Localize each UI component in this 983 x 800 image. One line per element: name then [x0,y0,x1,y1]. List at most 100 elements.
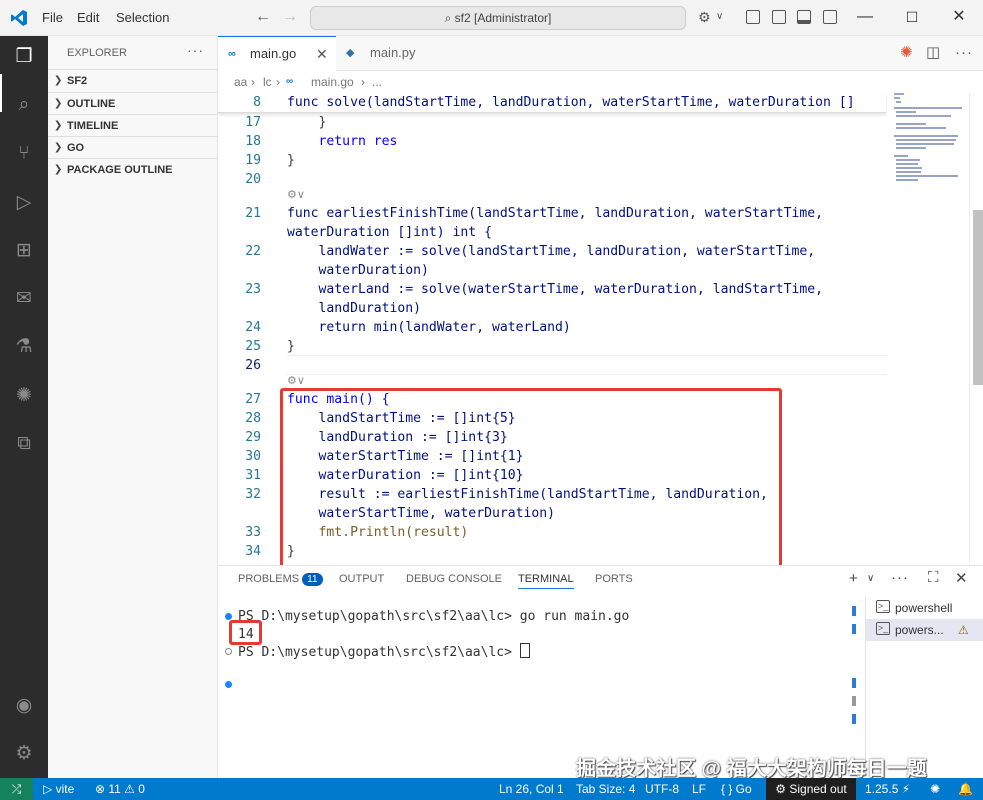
tab-debug-console[interactable]: DEBUG CONSOLE [406,573,502,585]
code-editor[interactable]: 17 } 18 return res 19} 20 ⚙∨ 21 func earl… [218,93,983,565]
activity-bar: ❐ ⌕ ⑂ ▷ ⊞ ✉ ⚗ ✺ ⧉ ◉ ⚙ [0,36,48,778]
account-status[interactable]: ⚙ Signed out [766,778,856,800]
cursor-position[interactable]: Ln 26, Col 1 [499,778,564,800]
menu-selection[interactable]: Selection [116,10,169,25]
scrollbar-thumb[interactable] [973,210,983,385]
more-actions-icon[interactable]: ··· [187,42,204,58]
remote-indicator-icon[interactable]: ⤮ [0,778,33,800]
minimize-button[interactable]: — [842,6,888,28]
tab-output[interactable]: OUTPUT [339,573,384,585]
toggle-secondary-sidebar-icon[interactable] [823,10,837,24]
end-of-line[interactable]: LF [692,778,706,800]
close-tab-icon[interactable]: ✕ [316,37,328,71]
vscode-window: File Edit Selection ← → ⌕ sf2 [Administr… [0,0,983,800]
accounts-icon[interactable]: ◉ [12,694,36,718]
notifications-icon[interactable]: 🔔 [958,778,973,800]
code-text: } [287,339,295,354]
code-line: 25} [218,337,958,356]
problems-status[interactable]: ⊗ 11 ⚠ 0 [95,778,145,800]
section-package-outline[interactable]: ❯ PACKAGE OUTLINE [48,158,218,180]
extensions-icon[interactable]: ⊞ [12,239,36,263]
forward-arrow-icon[interactable]: → [282,8,298,26]
terminal-item-powershell[interactable]: >_ powershell [866,597,983,619]
tab-main-go[interactable]: ∞ main.go ✕ [218,36,336,71]
section-label: OUTLINE [67,98,116,110]
go-version[interactable]: 1.25.5 ⚡ [865,778,910,800]
file-encoding[interactable]: UTF-8 [645,778,679,800]
chevron-right-icon: ❯ [54,142,63,153]
code-line: 21 func earliestFinishTime(landStartTime,… [218,204,958,223]
run-debug-icon[interactable]: ▷ [12,191,36,215]
terminal-scrollbar[interactable] [850,606,858,776]
toggle-sidebar-icon[interactable] [746,10,760,24]
vite-status[interactable]: ▷ vite [43,778,74,800]
maximize-button[interactable]: ☐ [889,6,935,28]
code-line: landDuration) [218,299,958,318]
tab-ports[interactable]: PORTS [595,573,633,585]
menu-file[interactable]: File [42,10,63,25]
terminal-item-powershell-active[interactable]: >_ powers... ⚠ [866,619,983,641]
chevron-down-icon[interactable]: ∨ [867,573,874,584]
section-timeline[interactable]: ❯ TIMELINE [48,114,218,136]
section-sf2[interactable]: ❯ SF2 [48,69,218,91]
minimap-line [894,135,958,137]
section-label: SF2 [67,75,88,87]
tab-label: PROBLEMS [238,573,300,585]
language-mode[interactable]: { } Go [721,778,752,800]
vscode-logo-icon[interactable] [10,9,28,27]
split-editor-icon[interactable]: ◫ [926,45,940,61]
testing-icon[interactable]: ⚗ [12,335,36,359]
remote-explorer-icon[interactable]: ⧉ [12,432,36,456]
breadcrumb-lc[interactable]: lc [263,71,272,93]
explorer-icon[interactable]: ❐ [12,45,36,69]
tab-main-py[interactable]: ◆ main.py [336,36,454,71]
command-center-search[interactable]: ⌕ sf2 [Administrator] [310,6,686,30]
more-actions-icon[interactable]: ··· [891,569,909,586]
close-window-button[interactable]: ✕ [936,6,982,28]
menu-edit[interactable]: Edit [77,10,99,25]
close-panel-icon[interactable]: ✕ [955,569,968,587]
chevron-down-icon[interactable]: ∨ [716,8,723,26]
section-outline[interactable]: ❯ OUTLINE [48,92,218,114]
tab-size[interactable]: Tab Size: 4 [576,778,635,800]
terminal-list: >_ powershell >_ powers... ⚠ [865,597,983,777]
maximize-panel-icon[interactable]: ⛶ [928,569,939,586]
ai-status-icon[interactable]: ✺ [930,778,940,800]
minimap-line [896,123,926,125]
minimap-line [896,167,922,169]
more-actions-icon[interactable]: ··· [955,45,973,61]
section-go[interactable]: ❯ GO [48,136,218,158]
copilot-icon[interactable]: ⚙ [698,8,711,26]
toggle-left-panel-icon[interactable] [772,10,786,24]
new-terminal-icon[interactable]: + [849,570,858,587]
section-label: TIMELINE [67,120,119,132]
terminal-output[interactable]: PS D:\mysetup\gopath\src\sf2\aa\lc> go r… [218,606,858,776]
code-line: 23 waterLand := solve(waterStartTime, wa… [218,280,958,299]
code-text: return min(landWater, waterLand) [287,320,571,335]
codelens-icon[interactable]: ⚙∨ [287,186,305,205]
toggle-panel-icon[interactable] [797,10,811,24]
breadcrumb-file[interactable]: main.go [311,71,354,93]
editor-scrollbar[interactable] [969,93,983,565]
go-file-icon: ∞ [286,76,294,87]
warning-icon: ⚠ [958,623,969,637]
back-arrow-icon[interactable]: ← [255,8,271,26]
line-number: 28 [245,411,261,426]
minimap-line [896,179,918,181]
breadcrumb-more[interactable]: ... [372,71,382,93]
tab-problems[interactable]: PROBLEMS 11 [238,573,323,586]
highlight-box [280,388,782,565]
source-control-icon[interactable]: ⑂ [12,142,36,166]
sticky-scroll-header[interactable]: 8 func solve(landStartTime, landDuration,… [218,93,886,113]
ai-assistant-icon[interactable]: ✺ [12,384,36,408]
chat-icon[interactable]: ✉ [12,287,36,311]
search-icon[interactable]: ⌕ [12,93,36,117]
chevron-right-icon: › [276,75,280,89]
tab-label: main.go [250,46,297,61]
breadcrumb-aa[interactable]: aa [234,71,247,93]
settings-icon[interactable]: ⚙ [12,742,36,766]
minimap[interactable] [888,93,968,565]
breadcrumb: aa › lc › ∞ main.go › ... [218,71,983,93]
ai-spark-icon[interactable]: ✺ [900,45,913,61]
tab-terminal[interactable]: TERMINAL [518,573,574,589]
